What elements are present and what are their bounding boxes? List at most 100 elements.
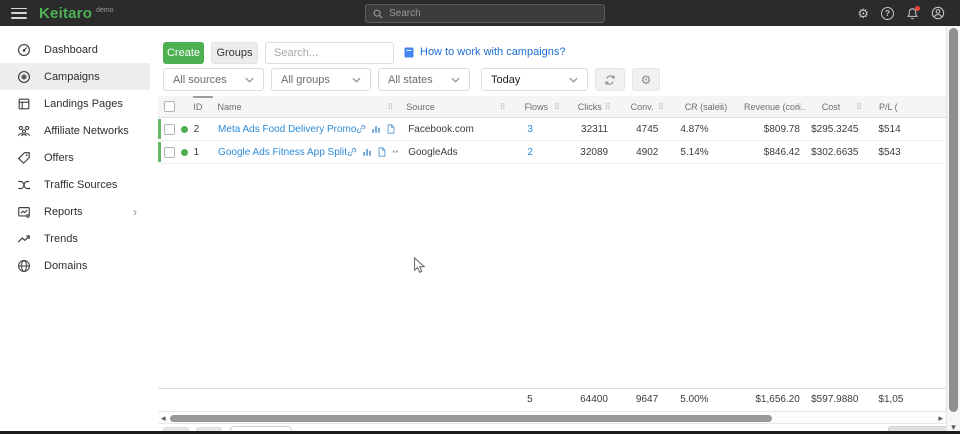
sidebar-item-campaigns[interactable]: Campaigns bbox=[0, 63, 150, 90]
drag-handle-icon[interactable]: ⠿ bbox=[658, 102, 664, 111]
scroll-right-arrow-icon[interactable]: ▸ bbox=[938, 413, 943, 424]
select-all-checkbox[interactable] bbox=[164, 101, 175, 112]
sidebar-item-reports[interactable]: Reports › bbox=[0, 198, 150, 225]
horizontal-scrollbar-thumb[interactable] bbox=[170, 415, 772, 422]
logo-demo-badge: demo bbox=[96, 7, 114, 14]
revenue-value: $809.78 bbox=[728, 118, 805, 140]
notifications-bell-icon[interactable] bbox=[906, 7, 919, 20]
clicks-value: 32089 bbox=[566, 141, 616, 163]
reports-chart-icon bbox=[17, 205, 31, 219]
drag-handle-icon[interactable]: ⠿ bbox=[387, 102, 393, 111]
column-header-conv[interactable]: Conv.⠿ bbox=[614, 96, 667, 117]
help-link[interactable]: How to work with campaigns? bbox=[404, 46, 566, 58]
campaign-source: GoogleAds bbox=[398, 141, 511, 163]
help-icon[interactable]: ? bbox=[881, 7, 894, 20]
campaign-report-icon[interactable] bbox=[377, 147, 387, 157]
column-header-clicks[interactable]: Clicks⠿ bbox=[563, 96, 614, 117]
table-settings-gear-icon[interactable]: ⚙ bbox=[632, 68, 660, 91]
campaign-name-link[interactable]: Meta Ads Food Delivery Promo bbox=[218, 124, 356, 135]
drag-handle-icon[interactable]: ⠿ bbox=[554, 102, 560, 111]
campaign-name-link[interactable]: Google Ads Fitness App Split bbox=[218, 147, 347, 158]
row-checkbox[interactable] bbox=[164, 147, 175, 158]
pl-value: $543 bbox=[864, 141, 946, 163]
sidebar-item-label: Reports bbox=[44, 206, 83, 218]
sidebar-item-label: Offers bbox=[44, 152, 74, 164]
sidebar-item-label: Campaigns bbox=[44, 71, 100, 83]
global-search-input[interactable] bbox=[389, 8, 597, 19]
cost-value: $295.3245 bbox=[805, 118, 864, 140]
total-cost: $597.9880 bbox=[805, 389, 865, 410]
drag-handle-icon[interactable]: ⠿ bbox=[796, 102, 802, 111]
vertical-scrollbar-thumb[interactable] bbox=[949, 28, 958, 412]
filter-all-states[interactable]: All states bbox=[378, 68, 470, 91]
drag-handle-icon[interactable]: ⠿ bbox=[605, 102, 611, 111]
filter-date-range[interactable]: Today bbox=[481, 68, 588, 91]
clicks-value: 32311 bbox=[566, 118, 616, 140]
table-row[interactable]: 2 Meta Ads Food Delivery Promo ⋯ Faceboo… bbox=[158, 118, 946, 141]
column-header-flows[interactable]: Flows⠿ bbox=[509, 96, 563, 117]
sidebar-item-traffic-sources[interactable]: Traffic Sources bbox=[0, 171, 150, 198]
campaign-link-icon[interactable] bbox=[356, 124, 366, 134]
scroll-left-arrow-icon[interactable]: ◂ bbox=[161, 413, 166, 424]
column-header-source[interactable]: Source⠿ bbox=[396, 96, 508, 117]
refresh-button[interactable] bbox=[595, 68, 625, 91]
account-avatar-icon[interactable] bbox=[931, 6, 945, 20]
sidebar-item-affiliate-networks[interactable]: Affiliate Networks bbox=[0, 117, 150, 144]
horizontal-scrollbar[interactable]: ◂ ▸ bbox=[158, 411, 946, 424]
sidebar-item-dashboard[interactable]: Dashboard bbox=[0, 36, 150, 63]
cost-value: $302.6635 bbox=[805, 141, 864, 163]
campaign-stats-icon[interactable] bbox=[371, 124, 381, 134]
sidebar-item-label: Traffic Sources bbox=[44, 179, 117, 191]
filter-label: All states bbox=[388, 74, 433, 86]
table-row[interactable]: 1 Google Ads Fitness App Split ⋯ GoogleA… bbox=[158, 141, 946, 164]
settings-gear-icon[interactable]: ⚙ bbox=[857, 7, 869, 20]
sidebar: Dashboard Campaigns Landings Pages Affil… bbox=[0, 26, 150, 431]
campaign-link-icon[interactable] bbox=[347, 147, 357, 157]
create-button[interactable]: Create bbox=[163, 42, 204, 64]
sidebar-item-label: Dashboard bbox=[44, 44, 98, 56]
campaigns-search-input[interactable] bbox=[265, 42, 394, 64]
hamburger-menu-icon[interactable] bbox=[11, 8, 27, 19]
table-header-row: ID Name⠿ Source⠿ Flows⠿ Clicks⠿ Conv.⠿ C… bbox=[158, 96, 946, 118]
campaigns-table: ID Name⠿ Source⠿ Flows⠿ Clicks⠿ Conv.⠿ C… bbox=[158, 96, 946, 164]
filter-all-groups[interactable]: All groups bbox=[271, 68, 371, 91]
campaign-id: 1 bbox=[194, 141, 218, 163]
status-column-header bbox=[180, 96, 193, 117]
campaign-source: Facebook.com bbox=[398, 118, 511, 140]
campaigns-target-icon bbox=[17, 70, 31, 84]
status-active-dot bbox=[181, 126, 188, 133]
notification-dot bbox=[915, 6, 920, 11]
column-header-cr-sales[interactable]: CR (sales)⠿ bbox=[667, 96, 727, 117]
campaign-report-icon[interactable] bbox=[386, 124, 396, 134]
drag-handle-icon[interactable]: ⠿ bbox=[500, 102, 506, 111]
sidebar-item-landings-pages[interactable]: Landings Pages bbox=[0, 90, 150, 117]
column-header-id[interactable]: ID bbox=[193, 96, 217, 117]
column-header-name[interactable]: Name⠿ bbox=[218, 96, 397, 117]
sidebar-item-offers[interactable]: Offers bbox=[0, 144, 150, 171]
filter-label: Today bbox=[491, 74, 520, 86]
flows-count-link[interactable]: 3 bbox=[527, 124, 533, 135]
filter-label: All sources bbox=[173, 74, 227, 86]
row-checkbox[interactable] bbox=[164, 124, 175, 135]
column-header-pl[interactable]: P/L ( bbox=[865, 96, 946, 117]
column-header-revenue[interactable]: Revenue (con…⠿ bbox=[727, 96, 805, 117]
sidebar-item-trends[interactable]: Trends bbox=[0, 225, 150, 252]
column-header-cost[interactable]: Cost⠿ bbox=[805, 96, 865, 117]
drag-handle-icon[interactable]: ⠿ bbox=[856, 102, 862, 111]
sidebar-item-domains[interactable]: Domains bbox=[0, 252, 150, 279]
chevron-right-icon: › bbox=[133, 205, 137, 219]
app-logo[interactable]: Keitaro bbox=[39, 5, 92, 22]
vertical-scrollbar[interactable]: ▾ bbox=[946, 26, 960, 434]
campaign-stats-icon[interactable] bbox=[362, 147, 372, 157]
traffic-split-icon bbox=[17, 178, 31, 192]
drag-handle-icon[interactable]: ⠿ bbox=[718, 102, 724, 111]
groups-button[interactable]: Groups bbox=[211, 42, 258, 64]
filter-all-sources[interactable]: All sources bbox=[163, 68, 264, 91]
mouse-cursor bbox=[413, 257, 426, 280]
domains-globe-icon bbox=[17, 259, 31, 273]
flows-count-link[interactable]: 2 bbox=[527, 147, 533, 158]
keitaro-app-window: Keitaro demo ⚙ ? Dashboard Campaigns bbox=[0, 0, 960, 434]
global-search[interactable] bbox=[365, 4, 605, 23]
conversions-value: 4745 bbox=[616, 118, 668, 140]
refresh-icon bbox=[604, 74, 616, 86]
